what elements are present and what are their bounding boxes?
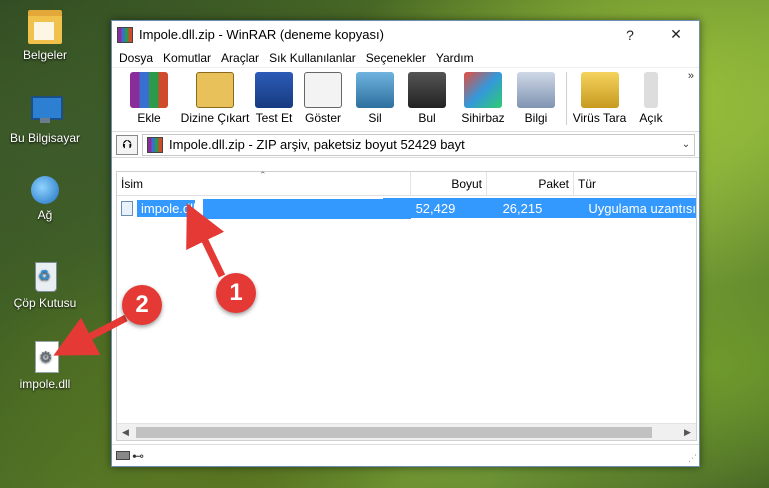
- step-2-badge: 2: [122, 285, 162, 325]
- annotation-arrows: [53, 203, 226, 356]
- arrow-2: [53, 314, 128, 356]
- arrow-1: [186, 203, 226, 278]
- step-1-badge: 1: [216, 273, 256, 313]
